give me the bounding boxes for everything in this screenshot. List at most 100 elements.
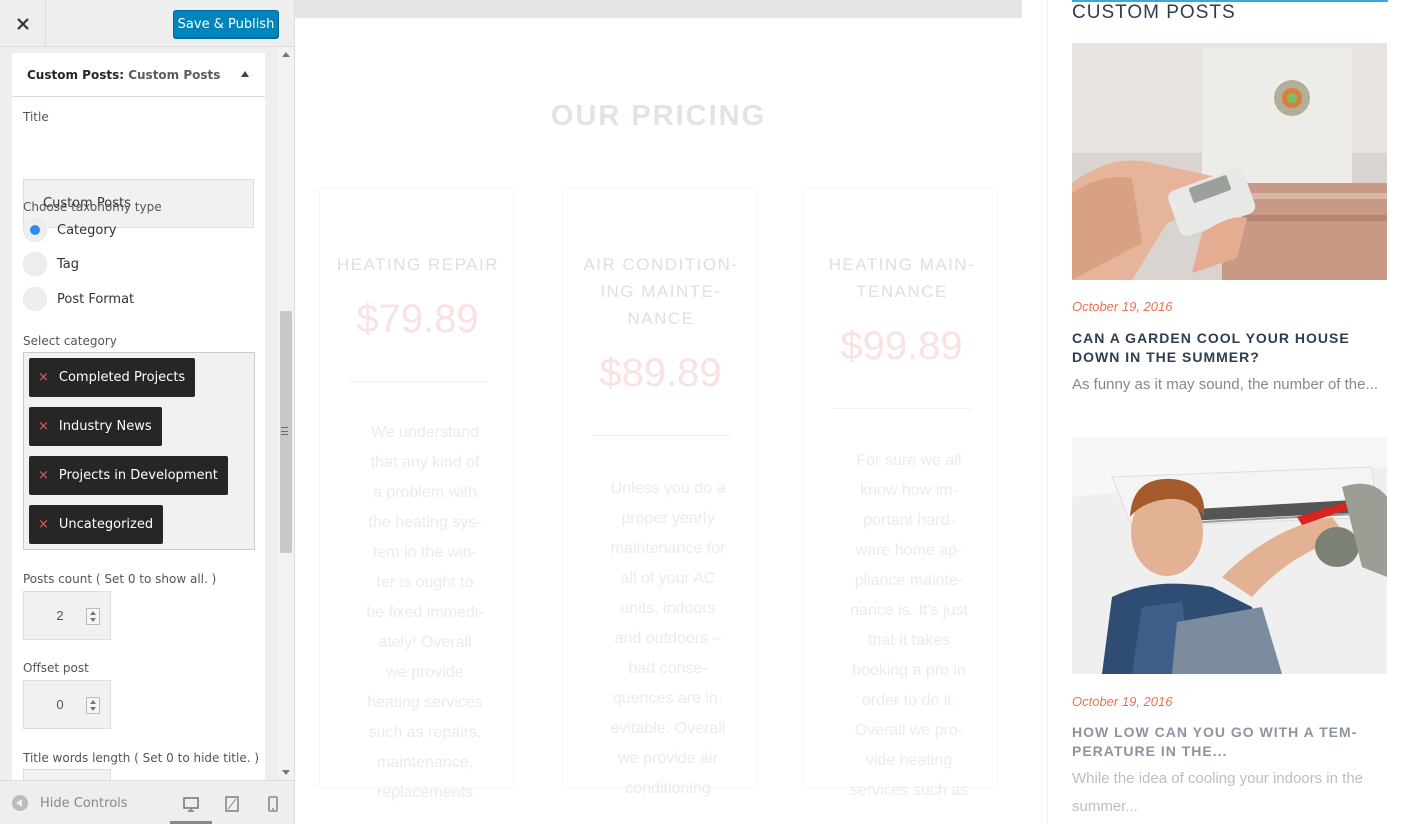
- divider: [832, 408, 972, 409]
- title-words-stepper[interactable]: [23, 769, 111, 780]
- post-title-line: PERATURE IN THE...: [1072, 743, 1228, 759]
- plan-name-line: TENANCE: [856, 282, 948, 301]
- plan-name: HEATING MAIN- TENANCE: [812, 251, 992, 305]
- pricing-column: AIR CONDITION- ING MAINTE- NANCE $89.89 …: [562, 188, 757, 797]
- desc-line: ware home ap-: [855, 542, 963, 559]
- grip-icon: [281, 427, 288, 435]
- category-tag[interactable]: × Uncategorized: [29, 505, 164, 544]
- category-label: Select category: [23, 334, 117, 348]
- tablet-preview-button[interactable]: [222, 794, 242, 814]
- section-header[interactable]: Custom Posts: Custom Posts: [12, 53, 265, 97]
- close-icon: [16, 17, 29, 30]
- remove-icon[interactable]: ×: [38, 468, 49, 483]
- desc-line: bad conse-: [628, 660, 708, 677]
- collapse-arrow-icon[interactable]: [241, 71, 249, 77]
- category-multiselect[interactable]: × Completed Projects × Industry News × P…: [23, 352, 255, 550]
- taxonomy-label: Choose taxonomy type: [23, 200, 162, 214]
- pricing-heading: OUR PRICING: [550, 100, 767, 132]
- widget-title: CUSTOM POSTS: [1072, 2, 1236, 23]
- category-tag[interactable]: × Industry News: [29, 407, 162, 446]
- desc-line: proper yearly: [621, 510, 715, 527]
- custom-posts-widget: CUSTOM POSTS October 19, 2016 CAN A GARD…: [1047, 0, 1411, 824]
- remove-icon[interactable]: ×: [38, 419, 49, 434]
- panel-scrollbar[interactable]: [278, 47, 294, 780]
- post-title-line: CAN A GARDEN COOL YOUR HOUSE: [1072, 330, 1350, 346]
- desc-line: vide heating: [865, 752, 953, 769]
- plan-description: Unless you do a proper yearly maintenanc…: [603, 474, 733, 804]
- offset-stepper[interactable]: 0: [23, 680, 111, 729]
- post-title-link[interactable]: HOW LOW CAN YOU GO WITH A TEM- PERATURE …: [1072, 723, 1392, 761]
- plan-price: $89.89: [599, 351, 722, 395]
- desktop-icon: [183, 797, 199, 812]
- category-tag-label: Projects in Development: [58, 468, 218, 483]
- divider: [591, 435, 731, 436]
- post-excerpt-line: While the idea of cooling your indoors i…: [1072, 770, 1364, 787]
- remove-icon[interactable]: ×: [38, 517, 49, 532]
- radio-button[interactable]: [23, 287, 47, 311]
- close-button[interactable]: [0, 0, 46, 47]
- pricing-column: HEATING REPAIR $79.89 We understand that…: [319, 188, 514, 801]
- title-words-label: Title words length ( Set 0 to hide title…: [23, 751, 260, 765]
- customizer-panel: Save & Publish Custom Posts: Custom Post…: [0, 0, 295, 824]
- scroll-up-icon[interactable]: [282, 52, 290, 57]
- desc-line: all of your AC: [620, 570, 716, 587]
- stepper-arrows-icon[interactable]: [86, 608, 100, 625]
- desc-line: that it takes: [868, 632, 950, 649]
- desc-line: and outdoors –: [614, 630, 722, 647]
- mobile-preview-button[interactable]: [263, 794, 283, 814]
- radio-button[interactable]: [23, 252, 47, 276]
- panel-header: Save & Publish: [0, 0, 294, 47]
- remove-icon[interactable]: ×: [38, 370, 49, 385]
- desc-line: ter is ought to: [376, 574, 474, 591]
- desc-line: Unless you do a: [610, 480, 726, 497]
- plan-name-line: HEATING MAIN-: [828, 255, 976, 274]
- posts-count-stepper[interactable]: 2: [23, 591, 111, 640]
- hide-controls-button[interactable]: Hide Controls: [12, 795, 128, 811]
- post-title-line: HOW LOW CAN YOU GO WITH A TEM-: [1072, 724, 1358, 740]
- desc-line: we provide: [386, 664, 464, 681]
- plan-price: $99.89: [840, 324, 963, 368]
- category-tag-label: Uncategorized: [58, 517, 154, 532]
- desc-line: order to do it.: [861, 692, 957, 709]
- desc-line: portant hard-: [863, 512, 955, 529]
- post-title-link[interactable]: CAN A GARDEN COOL YOUR HOUSE DOWN IN THE…: [1072, 329, 1392, 367]
- desc-line: For sure we all: [856, 452, 962, 469]
- desc-line: quences are in-: [612, 690, 724, 707]
- category-tag[interactable]: × Projects in Development: [29, 456, 228, 495]
- post-thumbnail[interactable]: [1072, 43, 1387, 280]
- radio-button-checked[interactable]: [23, 218, 47, 242]
- scroll-down-icon[interactable]: [282, 770, 290, 775]
- radio-label-category: Category: [57, 222, 117, 238]
- post-date: October 19, 2016: [1072, 299, 1173, 314]
- stepper-arrows-icon[interactable]: [86, 697, 100, 714]
- category-tag-label: Industry News: [58, 419, 152, 434]
- radio-post-format[interactable]: Post Format: [23, 287, 134, 311]
- divider: [348, 381, 488, 382]
- post-thumbnail[interactable]: [1072, 437, 1387, 674]
- desc-line: be fixed immedi-: [366, 604, 484, 621]
- desc-line: know how im-: [860, 482, 958, 499]
- preview-top-bar: [295, 0, 1022, 18]
- category-tag[interactable]: × Completed Projects: [29, 358, 196, 397]
- desc-line: such as repairs,: [368, 724, 482, 741]
- desc-line: heating services: [367, 694, 483, 711]
- desc-line: evitable. Overall: [610, 720, 726, 737]
- radio-category[interactable]: Category: [23, 218, 116, 242]
- mobile-icon: [268, 796, 278, 812]
- desktop-preview-button[interactable]: [181, 794, 201, 814]
- posts-count-label: Posts count ( Set 0 to show all. ): [23, 572, 217, 586]
- plan-description: For sure we all know how im- portant har…: [844, 446, 974, 806]
- post-excerpt-line: summer...: [1072, 798, 1138, 815]
- title-label: Title: [23, 110, 49, 124]
- tablet-icon: [225, 796, 239, 812]
- post-date: October 19, 2016: [1072, 694, 1173, 709]
- post-excerpt: While the idea of cooling your indoors i…: [1072, 765, 1392, 821]
- section-title-prefix: Custom Posts:: [27, 68, 125, 82]
- desc-line: services such as: [849, 782, 969, 799]
- desc-line: we provide air: [618, 750, 718, 767]
- controls-scroll-area[interactable]: Custom Posts: Custom Posts Title Custom …: [0, 47, 294, 780]
- desc-line: We understand: [370, 424, 480, 441]
- save-publish-button[interactable]: Save & Publish: [173, 10, 279, 38]
- section-title-name: Custom Posts: [128, 68, 221, 82]
- radio-tag[interactable]: Tag: [23, 252, 79, 276]
